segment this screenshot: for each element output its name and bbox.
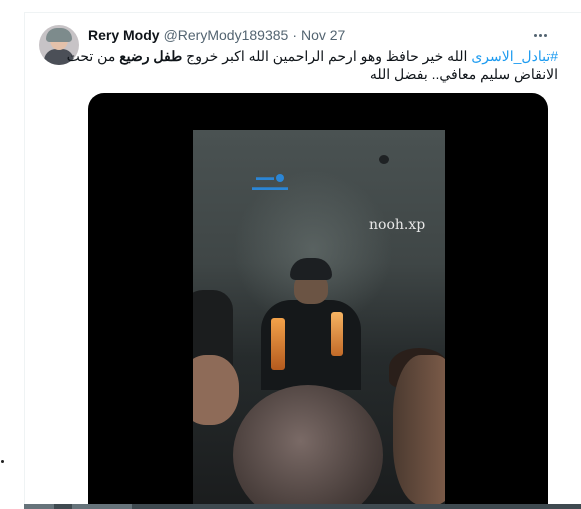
tweet-text-segment-end: من تحت xyxy=(66,48,120,64)
video-person-helmet xyxy=(290,258,332,280)
stray-dot xyxy=(1,460,4,463)
video-vest-strip xyxy=(271,318,285,370)
header-separator: · xyxy=(292,27,297,43)
video-watermark: nooh.xp xyxy=(369,217,426,233)
video-frame: ▬▬ ▬▬▬▬ nooh.xp xyxy=(193,130,445,509)
tweet-text-segment: الله خير حافظ وهو ارحم الراحمين الله اكب… xyxy=(182,48,472,64)
tweet-date[interactable]: Nov 27 xyxy=(301,27,345,43)
bottom-scroll-bar[interactable] xyxy=(24,504,581,509)
more-horizontal-icon-dot xyxy=(543,33,547,37)
tweet-text-line-2: الانقاض سليم معافي.. بفضل الله xyxy=(369,66,558,82)
telegram-icon xyxy=(276,173,284,182)
more-horizontal-icon xyxy=(533,33,537,37)
tweet-header: Rery Mody @ReryMody189385 · Nov 27 xyxy=(88,26,345,44)
author-display-name[interactable]: Rery Mody xyxy=(88,27,160,43)
hashtag-link[interactable]: #تبادل_الاسرى xyxy=(471,48,558,64)
tweet-text-line-1: #تبادل_الاسرى الله خير حافظ وهو ارحم الر… xyxy=(67,47,558,65)
bottom-bar-segment xyxy=(24,504,54,509)
watermark-logo: ▬▬ ▬▬▬▬ xyxy=(252,172,288,192)
more-horizontal-icon-dot xyxy=(538,33,542,37)
tweet[interactable]: Rery Mody @ReryMody189385 · Nov 27 #تباد… xyxy=(24,12,581,509)
tweet-text: #تبادل_الاسرى الله خير حافظ وهو ارحم الر… xyxy=(67,47,558,83)
video-front-head xyxy=(233,385,383,509)
video-vest-strip xyxy=(331,312,343,356)
avatar-scarf-shape xyxy=(46,28,72,42)
video-right-face xyxy=(393,355,445,505)
tweet-text-bold: طفل رضيع xyxy=(119,48,183,64)
author-handle[interactable]: @ReryMody189385 xyxy=(164,27,289,43)
video-ceiling-spot xyxy=(379,155,389,164)
video-player[interactable]: ▬▬ ▬▬▬▬ nooh.xp xyxy=(88,93,548,509)
bottom-bar-segment xyxy=(72,504,132,509)
more-options-button[interactable] xyxy=(530,25,550,45)
page: Rery Mody @ReryMody189385 · Nov 27 #تباد… xyxy=(0,0,581,509)
video-left-face xyxy=(193,355,239,425)
